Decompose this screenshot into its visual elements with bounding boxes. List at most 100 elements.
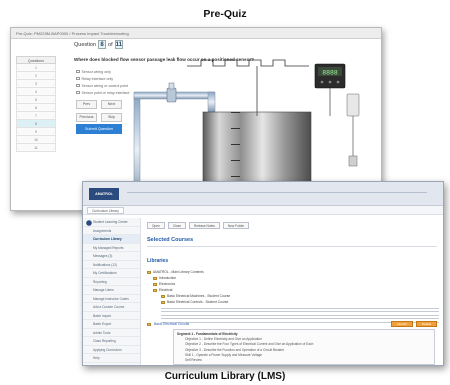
tree-node-label: Electronics (159, 282, 176, 286)
answer-choice-label: Sensor wiring only (81, 69, 111, 74)
objectives-panel: Segment 1 - Fundamentals of Electricity O… (173, 329, 435, 365)
lms-sidebar: Student Learning Center Assignments Curric… (83, 218, 141, 365)
lms-tab-bar: Curriculum Library (83, 206, 443, 215)
lesson-row: Basic Electrical Circuits Launch Details (147, 320, 437, 328)
sidebar-item[interactable]: Curriculum Library (83, 235, 140, 244)
next-button[interactable]: Next (101, 100, 122, 109)
lesson-folder-icon (147, 322, 151, 326)
question-item[interactable]: 1 (16, 64, 56, 72)
details-button[interactable]: Details (415, 321, 437, 327)
sidebar-item[interactable]: My Certifications (83, 269, 140, 278)
question-of: of (108, 41, 113, 48)
question-item[interactable]: 11 (16, 144, 56, 152)
caption-curriculum-library: Curriculum Library (LMS) (164, 371, 286, 382)
tab-curriculum-library[interactable]: Curriculum Library (87, 207, 124, 214)
question-label: Question (74, 41, 97, 48)
course-description-line (161, 314, 439, 316)
answer-choice[interactable]: Sensor wiring or control point (76, 82, 129, 89)
signal-wire (187, 59, 309, 67)
lms-window: AMATROL Curriculum Library Student Learn… (82, 181, 444, 366)
sidebar-item[interactable]: Applying Curriculum (83, 346, 140, 354)
question-sidebar-header: Questions (16, 56, 56, 64)
folder-icon (147, 270, 151, 274)
toolbar-button[interactable]: Close (167, 222, 186, 229)
tree-node-label: Introduction (159, 276, 177, 280)
launch-button[interactable]: Launch (390, 321, 413, 327)
user-icon[interactable] (86, 220, 92, 226)
checkbox[interactable] (76, 90, 80, 95)
sidebar-item[interactable]: Batch Import (83, 312, 140, 320)
checkbox[interactable] (76, 83, 80, 88)
navigation-buttons: Prev Next Previous Skip (76, 100, 122, 122)
level-meter-icon: 8888 (314, 63, 346, 89)
lms-toolbar: Open Close Release Notes New Folder (147, 222, 250, 229)
libraries-heading: Libraries (147, 258, 169, 264)
prev-button[interactable]: Prev (76, 100, 97, 109)
question-item[interactable]: 2 (16, 72, 56, 80)
valve-icon (166, 82, 177, 103)
submit-question-button[interactable]: Submit Question (76, 124, 122, 134)
level-mark (231, 160, 240, 162)
answer-choice[interactable]: Sensor wiring only (76, 68, 129, 75)
objective-item[interactable]: Self Review (177, 358, 431, 363)
question-item[interactable]: 7 (16, 112, 56, 120)
sidebar-item[interactable]: Messages (3) (83, 252, 140, 261)
folder-icon (161, 294, 165, 298)
sidebar-item[interactable]: Manage Instructor Codes (83, 295, 140, 303)
lms-header: AMATROL (83, 182, 443, 206)
tree-node-label: AMATROL - Main Library Contents (153, 270, 204, 274)
level-mark (231, 128, 240, 130)
sidebar-item[interactable]: Add a Custom Course (83, 303, 140, 312)
amatrol-logo: AMATROL (89, 188, 119, 200)
library-tree: AMATROL - Main Library Contents Introduct… (147, 269, 439, 323)
question-item[interactable]: 10 (16, 136, 56, 144)
question-total: 11 (114, 40, 123, 49)
sidebar-item[interactable]: My Managed Reports (83, 244, 140, 252)
sidebar-item[interactable]: Notifications (12) (83, 261, 140, 269)
answer-choices: Sensor wiring only Relay interface only Se… (76, 68, 129, 96)
course-description-line (161, 311, 439, 313)
drop-pipe (207, 91, 216, 113)
question-item[interactable]: 6 (16, 104, 56, 112)
question-item[interactable]: 3 (16, 80, 56, 88)
tree-node-label: Basic Electrical Machines - Student Cour… (167, 294, 231, 298)
question-sidebar: Questions 1 2 3 4 5 6 7 8 9 10 11 (16, 56, 56, 206)
level-mark (231, 144, 240, 146)
level-mark (231, 176, 240, 178)
question-item[interactable]: 9 (16, 128, 56, 136)
question-list: 1 2 3 4 5 6 7 8 9 10 11 (16, 64, 56, 152)
tree-node-label: Basic Electrical Controls - Student Cour… (167, 300, 229, 304)
toolbar-button[interactable]: Open (147, 222, 165, 229)
sensor-icon (346, 93, 360, 167)
folder-icon (153, 288, 157, 292)
checkbox[interactable] (76, 69, 80, 74)
answer-choice-label: Relay interface only (81, 76, 114, 81)
question-number[interactable]: 8 (98, 40, 107, 49)
checkbox[interactable] (76, 76, 80, 81)
question-item[interactable]: 5 (16, 96, 56, 104)
sidebar-item[interactable]: Class Reporting (83, 337, 140, 346)
sidebar-item[interactable]: Batch Export (83, 320, 140, 329)
toolbar-button[interactable]: Release Notes (188, 222, 220, 229)
tree-node[interactable]: Basic Electrical Controls - Student Cour… (147, 299, 439, 305)
toolbar-button[interactable]: New Folder (222, 222, 250, 229)
sidebar-item[interactable]: Manage Users (83, 286, 140, 295)
lesson-title[interactable]: Basic Electrical Circuits (154, 322, 388, 326)
sidebar-item[interactable]: Admin Tools (83, 329, 140, 337)
window-title: Pre-Quiz: PM223M-BAP0000 / Process Impac… (11, 28, 381, 39)
previous-button[interactable]: Previous (76, 113, 97, 122)
answer-choice-label: Sensor point or relay interface (81, 90, 130, 95)
sidebar-item[interactable]: Reporting (83, 278, 140, 286)
folder-icon (153, 282, 157, 286)
header-divider (127, 192, 427, 193)
course-description-line (161, 307, 439, 309)
selected-courses-heading: Selected Courses (147, 237, 194, 243)
skip-button[interactable]: Skip (101, 113, 122, 122)
meter-reading: 8888 (322, 70, 338, 77)
sidebar-item[interactable]: Assignments (83, 227, 140, 235)
answer-choice[interactable]: Relay interface only (76, 75, 129, 82)
question-item[interactable]: 4 (16, 88, 56, 96)
sidebar-item[interactable]: Help (83, 354, 140, 363)
question-item[interactable]: 8 (16, 120, 56, 128)
answer-choice[interactable]: Sensor point or relay interface (76, 89, 129, 96)
